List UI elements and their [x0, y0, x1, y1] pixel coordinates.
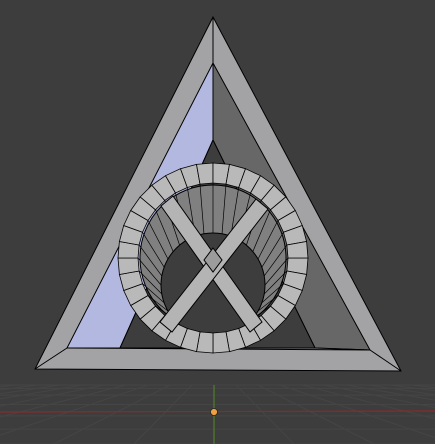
grid-line: [53, 384, 171, 444]
viewport-canvas[interactable]: [0, 0, 435, 444]
grid-line: [235, 384, 295, 444]
grid-line: [0, 384, 149, 436]
grid-line: [345, 384, 435, 401]
grid-line: [257, 384, 375, 444]
grid-line: [367, 384, 435, 396]
grid-line: [0, 384, 105, 407]
deathly-hallows-mesh[interactable]: [34, 15, 402, 372]
3d-viewport[interactable]: [0, 0, 435, 444]
grid-line: [133, 384, 193, 444]
grid-line: [0, 384, 83, 400]
object-origin-dot[interactable]: [210, 408, 218, 416]
floor-grid: [0, 384, 435, 444]
